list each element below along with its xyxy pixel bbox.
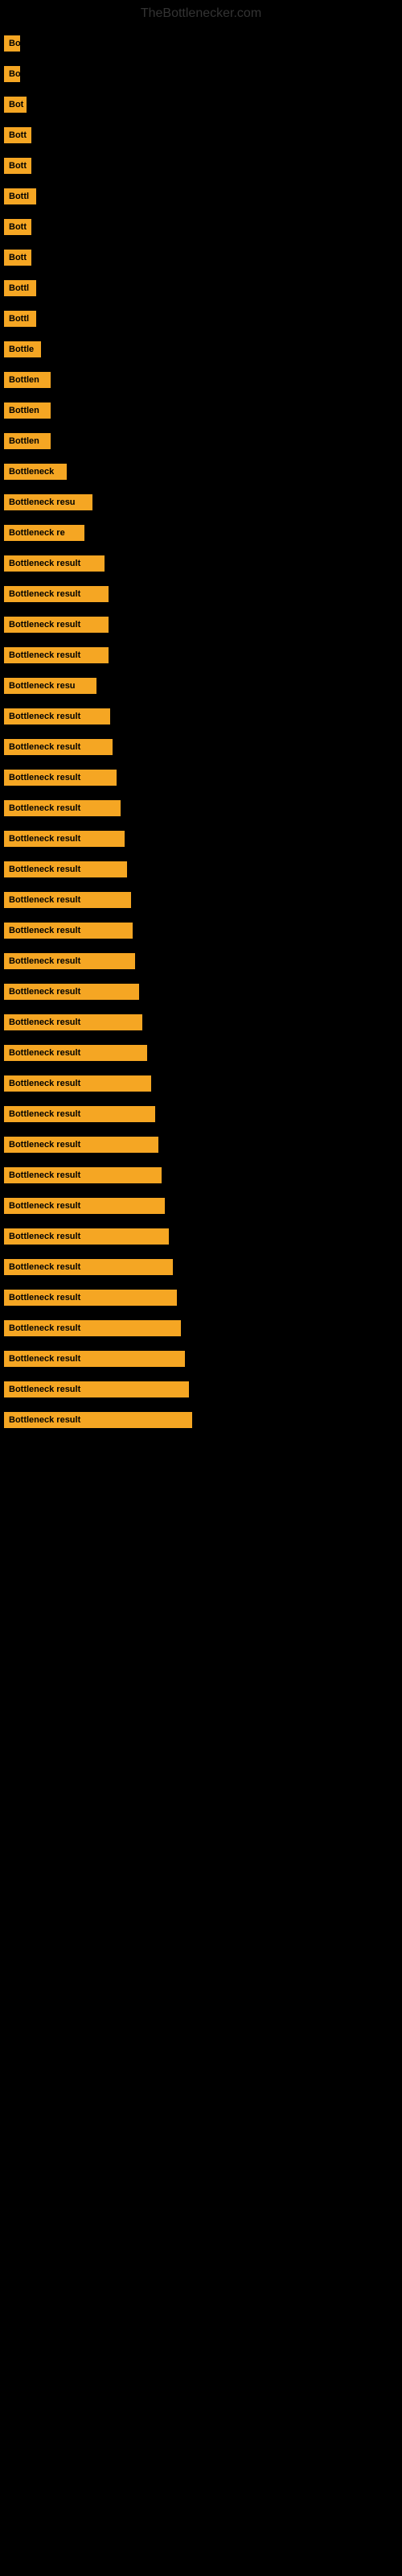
bottleneck-label[interactable]: Bottleneck result (4, 739, 113, 755)
list-item: Bottleneck result (0, 647, 402, 663)
list-item: Bottleneck result (0, 800, 402, 816)
list-item: Bottle (0, 341, 402, 357)
list-item: Bottleneck result (0, 1167, 402, 1183)
list-item: Bottleneck result (0, 953, 402, 969)
bottleneck-label[interactable]: Bo (4, 66, 20, 82)
list-item: Bottlen (0, 402, 402, 419)
list-item: Bottleneck re (0, 525, 402, 541)
list-item: Bottleneck result (0, 617, 402, 633)
bottleneck-label[interactable]: Bottleneck result (4, 1228, 169, 1245)
list-item: Bottleneck resu (0, 494, 402, 510)
bottleneck-label[interactable]: Bottleneck resu (4, 678, 96, 694)
list-item: Bottlen (0, 433, 402, 449)
bottleneck-label[interactable]: Bottlen (4, 402, 51, 419)
bottleneck-label[interactable]: Bottleneck result (4, 555, 105, 572)
bottleneck-label[interactable]: Bottle (4, 341, 41, 357)
list-item: Bottleneck result (0, 1106, 402, 1122)
list-item: Bottl (0, 311, 402, 327)
bottleneck-label[interactable]: Bott (4, 219, 31, 235)
list-item: Bottleneck result (0, 555, 402, 572)
bottleneck-label[interactable]: Bottl (4, 280, 36, 296)
list-item: Bottleneck result (0, 739, 402, 755)
bottleneck-label[interactable]: Bottleneck result (4, 586, 109, 602)
bottleneck-label[interactable]: Bottleneck result (4, 1351, 185, 1367)
bottleneck-label[interactable]: Bottl (4, 311, 36, 327)
bottleneck-label[interactable]: Bottleneck result (4, 1167, 162, 1183)
list-item: Bott (0, 127, 402, 143)
list-item: Bottl (0, 280, 402, 296)
bottleneck-label[interactable]: Bottl (4, 188, 36, 204)
list-item: Bottleneck result (0, 1014, 402, 1030)
bottleneck-label[interactable]: Bottleneck result (4, 1290, 177, 1306)
bottleneck-label[interactable]: Bottleneck result (4, 892, 131, 908)
list-item: Bottleneck result (0, 708, 402, 724)
list-item: Bottleneck result (0, 861, 402, 877)
list-item: Bott (0, 158, 402, 174)
bottleneck-label[interactable]: Bottleneck re (4, 525, 84, 541)
list-item: Bottleneck result (0, 1412, 402, 1428)
bottleneck-label[interactable]: Bot (4, 97, 27, 113)
list-item: Bott (0, 219, 402, 235)
list-item: Bottleneck result (0, 586, 402, 602)
list-item: Bottleneck result (0, 1351, 402, 1367)
bottleneck-label[interactable]: Bottleneck result (4, 1198, 165, 1214)
bottleneck-label[interactable]: Bottleneck result (4, 1137, 158, 1153)
list-item: Bottleneck result (0, 984, 402, 1000)
items-container: Bo Bo Bot Bott Bott Bottl Bott Bott Bottl Bottl Bo… (0, 27, 402, 1451)
list-item: Bo (0, 66, 402, 82)
bottleneck-label[interactable]: Bottlen (4, 433, 51, 449)
list-item: Bottleneck result (0, 831, 402, 847)
bottleneck-label[interactable]: Bottleneck (4, 464, 67, 480)
list-item: Bottlen (0, 372, 402, 388)
bottleneck-label[interactable]: Bottleneck result (4, 1014, 142, 1030)
bottleneck-label[interactable]: Bottleneck result (4, 1259, 173, 1275)
bottleneck-label[interactable]: Bottlen (4, 372, 51, 388)
bottleneck-label[interactable]: Bottleneck result (4, 1075, 151, 1092)
bottleneck-label[interactable]: Bottleneck result (4, 984, 139, 1000)
bottleneck-label[interactable]: Bott (4, 127, 31, 143)
list-item: Bottleneck result (0, 1228, 402, 1245)
bottleneck-label[interactable]: Bottleneck result (4, 1106, 155, 1122)
list-item: Bo (0, 35, 402, 52)
bottleneck-label[interactable]: Bottleneck resu (4, 494, 92, 510)
bottleneck-label[interactable]: Bottleneck result (4, 1320, 181, 1336)
list-item: Bottleneck result (0, 1075, 402, 1092)
bottleneck-label[interactable]: Bottleneck result (4, 1045, 147, 1061)
list-item: Bottleneck result (0, 1290, 402, 1306)
list-item: Bottleneck result (0, 892, 402, 908)
bottleneck-label[interactable]: Bottleneck result (4, 1412, 192, 1428)
list-item: Bottleneck result (0, 1259, 402, 1275)
list-item: Bottl (0, 188, 402, 204)
bottleneck-label[interactable]: Bottleneck result (4, 923, 133, 939)
list-item: Bottleneck result (0, 1381, 402, 1397)
bottleneck-label[interactable]: Bottleneck result (4, 1381, 189, 1397)
list-item: Bottleneck result (0, 1137, 402, 1153)
site-title: TheBottlenecker.com (0, 0, 402, 27)
bottleneck-label[interactable]: Bottleneck result (4, 861, 127, 877)
list-item: Bottleneck result (0, 1198, 402, 1214)
list-item: Bot (0, 97, 402, 113)
bottleneck-label[interactable]: Bottleneck result (4, 770, 117, 786)
bottleneck-label[interactable]: Bo (4, 35, 20, 52)
bottleneck-label[interactable]: Bottleneck result (4, 617, 109, 633)
bottleneck-label[interactable]: Bott (4, 158, 31, 174)
bottleneck-label[interactable]: Bottleneck result (4, 800, 121, 816)
list-item: Bottleneck resu (0, 678, 402, 694)
bottleneck-label[interactable]: Bott (4, 250, 31, 266)
bottleneck-label[interactable]: Bottleneck result (4, 953, 135, 969)
bottleneck-label[interactable]: Bottleneck result (4, 647, 109, 663)
list-item: Bottleneck result (0, 923, 402, 939)
list-item: Bottleneck result (0, 770, 402, 786)
bottleneck-label[interactable]: Bottleneck result (4, 708, 110, 724)
list-item: Bottleneck result (0, 1320, 402, 1336)
bottleneck-label[interactable]: Bottleneck result (4, 831, 125, 847)
list-item: Bott (0, 250, 402, 266)
list-item: Bottleneck result (0, 1045, 402, 1061)
list-item: Bottleneck (0, 464, 402, 480)
